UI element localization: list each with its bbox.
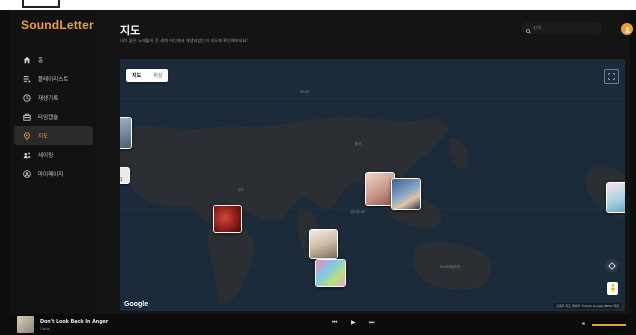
map-label-china: 중국 [355, 142, 361, 146]
song-marker[interactable] [391, 178, 421, 210]
song-marker[interactable] [606, 182, 625, 213]
sidebar-item-label: 플레이리스트 [38, 76, 69, 83]
song-marker[interactable] [309, 229, 338, 259]
top-fragment [22, 0, 60, 8]
map-attribution[interactable]: 단축키 지도 데이터 ©2025 Google INEGI 약관 [554, 303, 621, 309]
sidebar-item-map[interactable]: 지도 [14, 126, 93, 145]
album-cover[interactable] [17, 316, 34, 333]
map-label-australia: 오스트레일리아 [440, 265, 461, 269]
sidebar-item-label: 홈 [38, 57, 44, 64]
sidebar-item-history[interactable]: 재생기록 [10, 88, 97, 107]
map-type-tabs: 지도 위성 [126, 69, 169, 82]
sidebar-item-label: 세이링 [38, 152, 54, 159]
user-icon [22, 169, 31, 178]
playlist-icon [22, 74, 31, 83]
world-map[interactable]: 러시아 중국 인도 오스트레일리아 인도네시아 지도 위성 1 Google 단… [120, 59, 625, 311]
map-pin-icon [22, 131, 31, 140]
previous-button[interactable]: ⏮ [332, 319, 337, 327]
sidebar-item-label: 지도 [38, 133, 49, 140]
fullscreen-button[interactable] [604, 69, 619, 84]
sidebar-item-home[interactable]: 홈 [10, 50, 97, 69]
sidebar-nav: 홈 플레이리스트 재생기록 타임캡슐 지도 세이링 마이페이지 [10, 50, 97, 183]
next-icon: ⏭ [369, 319, 375, 326]
cluster-count: 1 [120, 177, 123, 182]
avatar[interactable] [621, 23, 633, 35]
history-icon [22, 93, 31, 102]
search-input[interactable] [533, 25, 593, 31]
street-view-button[interactable] [607, 282, 618, 295]
sidebar: SoundLetter 홈 플레이리스트 재생기록 타임캡슐 지도 세이링 마이… [10, 10, 97, 314]
location-target-icon [607, 261, 616, 270]
page-title: 지도 [120, 25, 141, 37]
sidebar-item-label: 마이페이지 [38, 171, 64, 178]
app-logo[interactable]: SoundLetter [21, 18, 94, 32]
page-subtitle: 내가 들은 노래들이 전 세계 어디에서 재생되었는지 지도에 확인해보세요! [120, 38, 248, 43]
home-icon [22, 55, 31, 64]
song-marker[interactable] [315, 259, 346, 287]
sidebar-item-share[interactable]: 세이링 [10, 145, 97, 164]
play-icon: ▶ [351, 319, 356, 326]
timecapsule-icon [22, 112, 31, 121]
tab-satellite[interactable]: 위성 [147, 69, 168, 82]
song-marker[interactable] [213, 205, 242, 233]
sidebar-item-playlist[interactable]: 플레이리스트 [10, 69, 97, 88]
play-button[interactable]: ▶ [351, 319, 356, 326]
next-button[interactable]: ⏭ [369, 319, 374, 327]
map-label-india: 인도 [238, 188, 244, 192]
google-logo: Google [124, 301, 149, 308]
tab-map[interactable]: 지도 [126, 69, 147, 82]
main-content: 지도 내가 들은 노래들이 전 세계 어디에서 재생되었는지 지도에 확인해보세… [108, 10, 633, 314]
app-window: SoundLetter 홈 플레이리스트 재생기록 타임캡슐 지도 세이링 마이… [10, 10, 633, 314]
pegman-icon [610, 284, 615, 293]
user-avatar-icon [624, 26, 630, 33]
song-marker[interactable] [120, 117, 132, 149]
previous-icon: ⏮ [332, 319, 338, 326]
fullscreen-icon [608, 73, 615, 80]
map-label-indonesia: 인도네시아 [350, 210, 365, 214]
now-playing-title: Don't Look Back In Anger [40, 320, 109, 325]
song-marker-cluster[interactable]: 1 [120, 167, 130, 184]
share-icon [22, 150, 31, 159]
player-bar: Don't Look Back In Anger Oasis ⏮ ▶ ⏭ [10, 314, 630, 335]
sidebar-item-label: 타임캡슐 [38, 114, 59, 121]
sidebar-item-timecapsule[interactable]: 타임캡슐 [10, 107, 97, 126]
top-edge-bar [0, 0, 636, 10]
sidebar-item-label: 재생기록 [38, 95, 59, 102]
search-icon [526, 19, 531, 38]
volume-slider[interactable] [592, 324, 626, 326]
my-location-button[interactable] [605, 259, 618, 272]
volume-icon[interactable] [582, 322, 585, 325]
map-label-russia: 러시아 [300, 90, 309, 94]
now-playing-artist: Oasis [40, 327, 50, 331]
sidebar-item-mypage[interactable]: 마이페이지 [10, 164, 97, 183]
search-bar[interactable] [522, 22, 602, 34]
